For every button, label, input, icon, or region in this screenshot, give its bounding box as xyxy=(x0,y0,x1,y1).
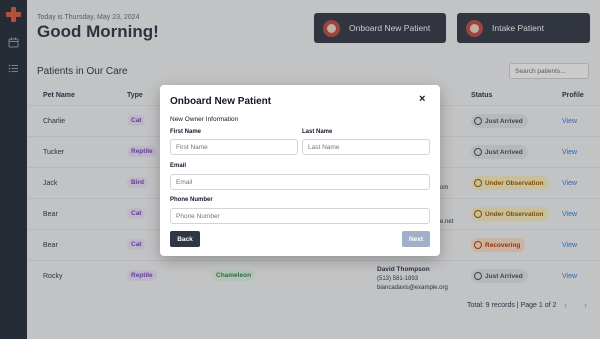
last-name-label: Last Name xyxy=(302,129,333,135)
email-field[interactable] xyxy=(170,174,430,190)
modal-subtitle: New Owner Information xyxy=(170,116,239,123)
last-name-field[interactable] xyxy=(302,139,430,155)
back-button[interactable]: Back xyxy=(170,231,200,247)
email-label: Email xyxy=(170,163,187,169)
next-button[interactable]: Next xyxy=(402,231,430,247)
phone-number-label: Phone Number xyxy=(170,197,213,203)
modal-title: Onboard New Patient xyxy=(170,96,272,107)
onboard-modal: Onboard New Patient × New Owner Informat… xyxy=(160,85,440,256)
first-name-field[interactable] xyxy=(170,139,298,155)
phone-number-field[interactable] xyxy=(170,208,430,224)
close-icon[interactable]: × xyxy=(419,93,425,105)
first-name-label: First Name xyxy=(170,129,202,135)
